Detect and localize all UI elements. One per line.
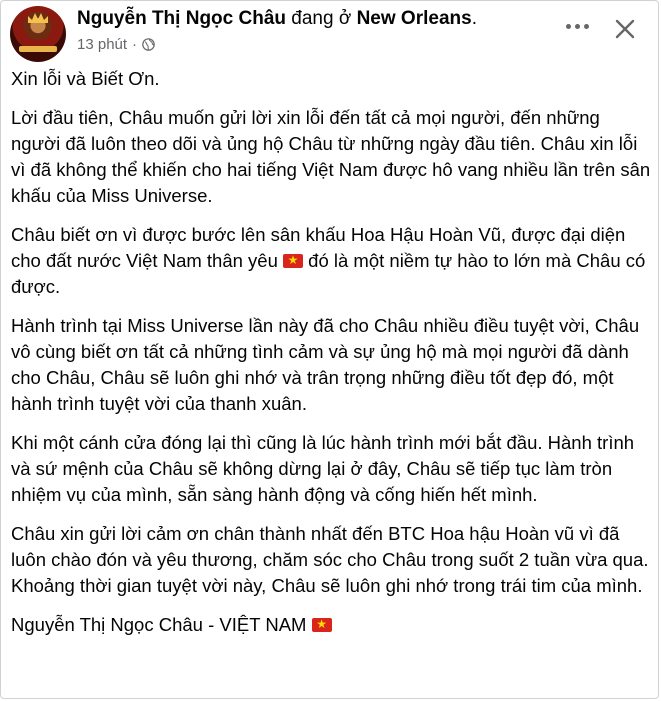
paragraph: Khi một cánh cửa đóng lại thì cũng là lú… xyxy=(11,432,635,505)
dot xyxy=(575,23,580,29)
vietnam-flag-icon xyxy=(311,614,332,634)
paragraph: Lời đầu tiên, Châu muốn gửi lời xin lỗi … xyxy=(11,107,651,206)
signature: Nguyễn Thị Ngọc Châu - VIỆT NAM xyxy=(11,612,651,638)
paragraph: Xin lỗi và Biết Ơn. xyxy=(11,68,160,89)
author-line: Nguyễn Thị Ngọc Châu đang ở New Orleans. xyxy=(77,8,477,30)
location-prefix: đang ở xyxy=(291,8,352,29)
signature-text: Nguyễn Thị Ngọc Châu - VIỆT NAM xyxy=(11,614,307,635)
post-meta: 13 phút · xyxy=(77,36,155,53)
paragraph: Châu biết ơn vì được bước lên sân khấu H… xyxy=(11,222,651,300)
sash-icon xyxy=(19,46,57,52)
location-suffix: . xyxy=(471,8,477,29)
close-icon[interactable] xyxy=(613,17,637,41)
paragraph: Châu xin gửi lời cảm ơn chân thành nhất … xyxy=(11,523,649,596)
meta-separator: · xyxy=(132,36,138,53)
dot xyxy=(566,23,571,29)
crown-icon xyxy=(28,13,48,23)
paragraph: Hành trình tại Miss Universe lần này đã … xyxy=(11,315,640,414)
more-options-icon[interactable] xyxy=(566,20,594,32)
post-time[interactable]: 13 phút xyxy=(77,36,127,53)
dot xyxy=(584,23,589,29)
post-body: Xin lỗi và Biết Ơn. Lời đầu tiên, Châu m… xyxy=(11,66,651,651)
globe-icon xyxy=(142,38,155,51)
location-link[interactable]: New Orleans xyxy=(357,8,472,29)
post-header: Nguyễn Thị Ngọc Châu đang ở New Orleans.… xyxy=(10,6,661,62)
author-name[interactable]: Nguyễn Thị Ngọc Châu xyxy=(77,8,286,29)
vietnam-flag-icon xyxy=(283,250,304,270)
avatar[interactable] xyxy=(10,6,66,62)
